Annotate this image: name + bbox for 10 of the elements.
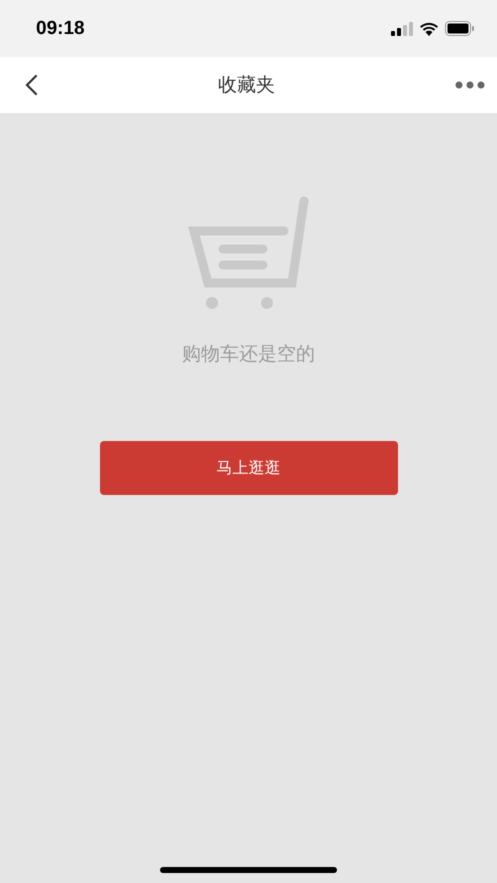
signal-icon [391, 22, 413, 36]
shop-now-button[interactable]: 马上逛逛 [100, 441, 398, 495]
cart-icon [188, 195, 310, 311]
page-title: 收藏夹 [218, 73, 275, 98]
battery-icon [445, 21, 475, 36]
empty-message: 购物车还是空的 [182, 342, 315, 367]
more-icon[interactable] [455, 81, 485, 89]
status-time: 09:18 [36, 18, 85, 40]
wifi-icon [419, 21, 439, 36]
back-icon[interactable] [24, 74, 38, 96]
